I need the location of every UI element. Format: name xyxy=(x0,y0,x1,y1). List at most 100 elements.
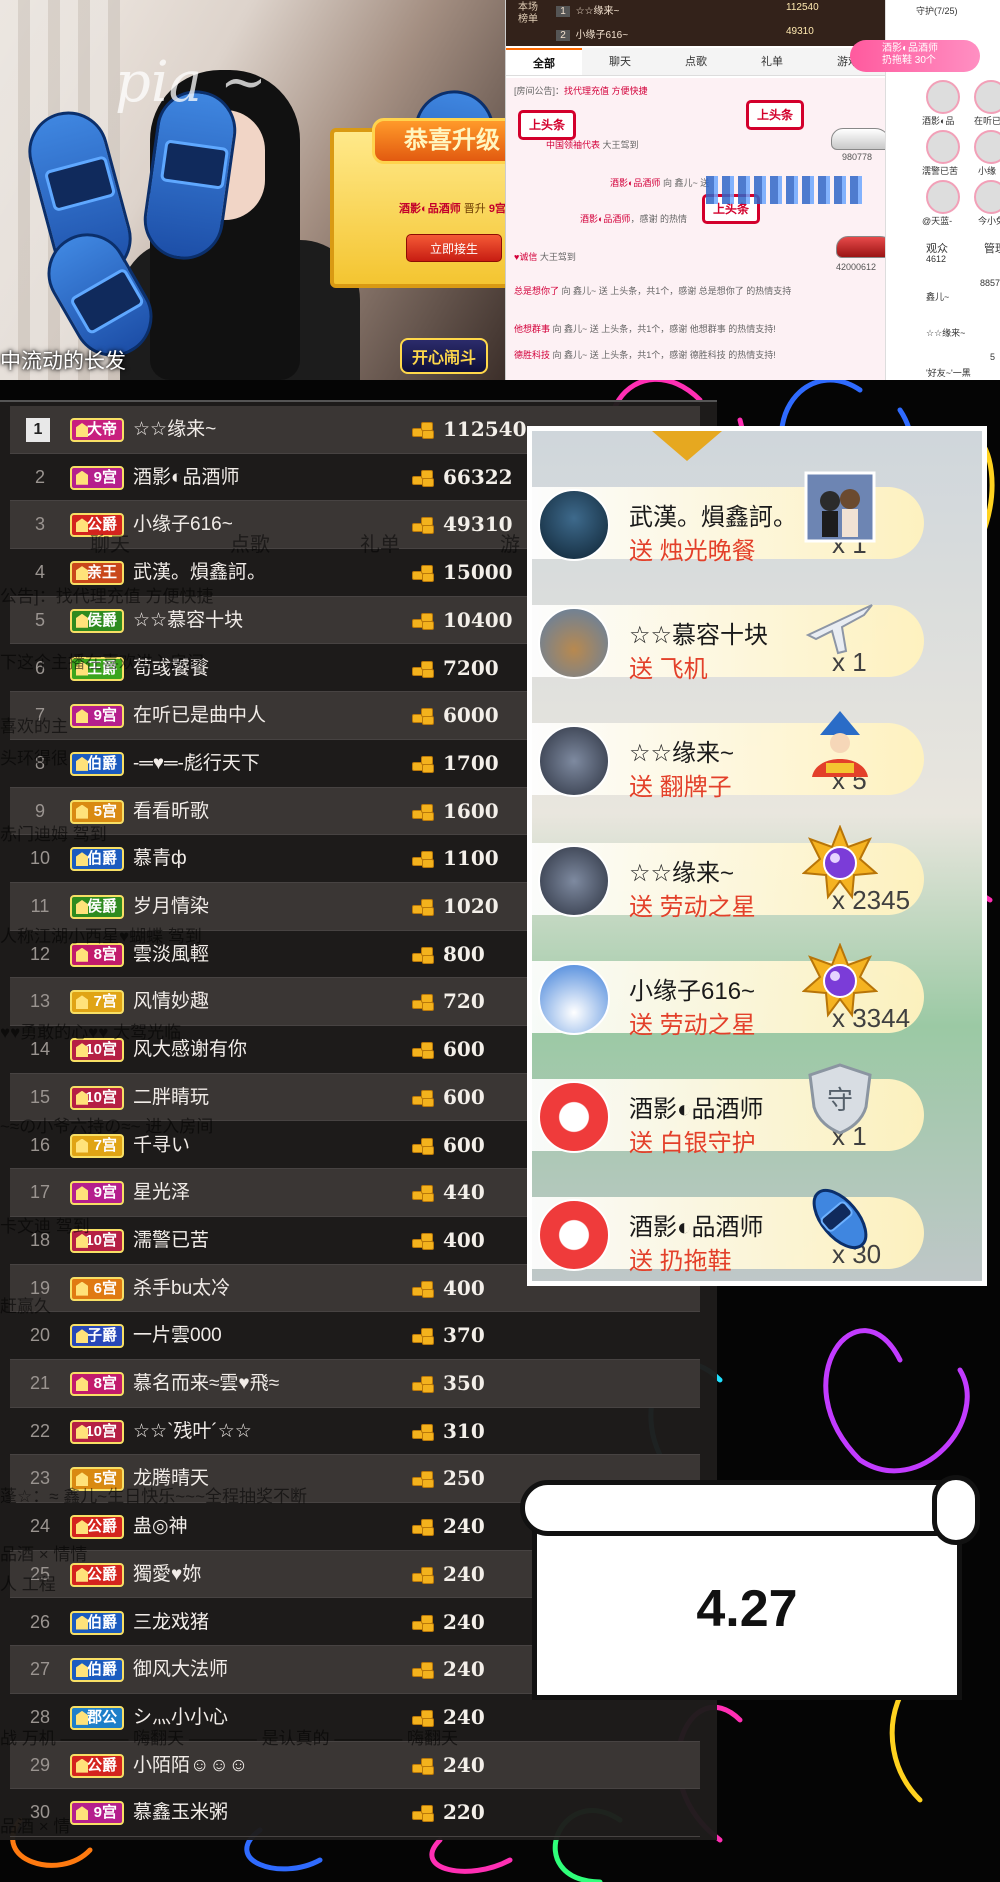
avatar-label: 酒影◐品 xyxy=(922,116,955,126)
coin-icon xyxy=(412,1469,436,1489)
gift-sender-name: ☆☆缘来~ xyxy=(629,740,735,767)
chat-tabs: 全部 聊天 点歌 礼单 游戏 xyxy=(506,48,886,76)
upgrade-title: 恭喜升级 xyxy=(372,118,505,164)
rank-user-name[interactable]: 獨愛♥妳 xyxy=(133,1551,201,1598)
viewer-points: 5 xyxy=(990,352,996,362)
upgrade-button[interactable]: 立即接生 xyxy=(406,234,502,262)
viewer-name[interactable]: ☆☆缘来~ xyxy=(926,326,965,339)
gift-notice-button[interactable]: 酒影◐品酒师 扔拖鞋 30个 xyxy=(850,40,980,72)
avatar[interactable] xyxy=(974,180,1000,214)
video-caption: 中流动的长发 xyxy=(0,350,126,373)
viewer-name[interactable]: '好友~'一黑 xyxy=(926,366,971,379)
row-divider xyxy=(10,1835,700,1837)
gift-feed-item[interactable]: 酒影◐品酒师送 白银守护 x 1守 xyxy=(532,1063,932,1157)
board-row[interactable]: 2 小缘子616~ 49310 xyxy=(556,26,814,41)
rank-badge: 伯爵 xyxy=(70,1658,124,1683)
admin-label[interactable]: 管理 xyxy=(984,240,1000,256)
tab-chat[interactable]: 聊天 xyxy=(582,48,658,75)
car-icon xyxy=(831,128,891,150)
gift-feed-item[interactable]: ☆☆慕容十块送 飞机 x 1 xyxy=(532,597,932,683)
chat-text: 大王驾到 xyxy=(539,252,576,262)
couple-photo-icon xyxy=(802,469,878,545)
gift-feed-item[interactable]: 武漢。熉鑫訶。送 烛光晚餐 x 1 xyxy=(532,471,932,565)
gift-feed-item[interactable]: ☆☆缘来~ 送 劳动之星 x 2345 xyxy=(532,824,932,921)
guard-count[interactable]: 守护(7/25) xyxy=(916,4,958,17)
gift-feed-item[interactable]: 小缘子616~ 送 劳动之星 x 3344 xyxy=(532,942,932,1039)
avatar[interactable] xyxy=(538,1081,610,1153)
rank-amount: 7200 xyxy=(443,655,499,680)
rank-amount: 250 xyxy=(443,1466,485,1491)
viewer-name[interactable]: 鑫儿~ xyxy=(926,290,949,303)
upgrade-verb: 晋升 xyxy=(463,203,486,215)
silver-shield-icon: 守 xyxy=(802,1061,878,1137)
rank-number: 21 xyxy=(29,1373,51,1393)
avatar[interactable] xyxy=(538,725,610,797)
avatar[interactable] xyxy=(538,489,610,561)
rank-user-name[interactable]: 在听已是曲中人 xyxy=(133,692,266,739)
rank-user-name[interactable]: ☆☆缘来~ xyxy=(133,406,216,453)
upgrade-popup: 恭喜升级 酒影◐品酒师 晋升 9宫 立即接生 xyxy=(330,118,505,288)
ranking-row[interactable]: 21 8宫 慕名而来≈雲♥飛≈ 350 xyxy=(10,1360,700,1408)
chat-line: 酒影◐品酒师，感谢 的热情 xyxy=(580,212,687,225)
avatar[interactable] xyxy=(538,845,610,917)
rank-user-name[interactable]: 星光泽 xyxy=(133,1169,190,1216)
gift-sender-name: ☆☆缘来~ xyxy=(629,860,735,887)
avatar[interactable] xyxy=(974,80,1000,114)
board-label-line1: 本场 xyxy=(518,2,538,13)
rank-user-name[interactable]: 濡警已苦 xyxy=(133,1217,209,1264)
ghost-text: 公告]：找代理充值 方便快捷 xyxy=(0,587,214,606)
coin-icon xyxy=(412,1136,436,1156)
coin-icon xyxy=(412,945,436,965)
rank-user-name[interactable]: 三龙戏猪 xyxy=(133,1599,209,1646)
chat-user: 中国领袖代表 xyxy=(546,140,601,150)
rank-user-name[interactable]: 一片雲000 xyxy=(133,1312,222,1359)
rank-badge: 9宫 xyxy=(70,704,124,729)
ranking-row[interactable]: 22 10宫 ☆☆`残叶´☆☆ 310 xyxy=(10,1408,700,1456)
avatar[interactable] xyxy=(974,130,1000,164)
rank-user-name[interactable]: -═♥═-彪行天下 xyxy=(133,740,260,787)
rank-user-name[interactable]: 酒影◐品酒师 xyxy=(133,454,239,501)
chat-user: ♥诚信 xyxy=(514,252,538,262)
rank-badge: 公爵 xyxy=(70,1562,124,1587)
tab-song[interactable]: 点歌 xyxy=(658,48,734,75)
ghost-tab: 点歌 xyxy=(230,534,270,556)
tab-gifts[interactable]: 礼单 xyxy=(734,48,810,75)
live-video[interactable]: pia ~ 中流动的长发 开心闹斗 恭喜升级 酒影◐品酒师 晋升 9宫 立即接生 xyxy=(0,0,505,380)
rank-user-name[interactable]: 御风大法师 xyxy=(133,1646,228,1693)
avatar[interactable] xyxy=(926,80,960,114)
pk-badge[interactable]: 开心闹斗 xyxy=(400,338,489,374)
rank-badge: 10宫 xyxy=(70,1085,124,1110)
rank-amount: 1700 xyxy=(443,750,499,775)
rank-user-name[interactable]: 杀手bu太冷 xyxy=(133,1265,230,1312)
rank-user-name[interactable]: 小缘子616~ xyxy=(133,501,233,548)
rank-amount: 800 xyxy=(443,941,485,966)
coin-icon xyxy=(412,1040,436,1060)
avatar[interactable] xyxy=(926,130,960,164)
rank-user-name[interactable]: 慕青ф xyxy=(133,835,187,882)
rank-user-name[interactable]: 慕鑫玉米粥 xyxy=(133,1789,228,1836)
rank-amount: 1020 xyxy=(443,894,499,918)
ghost-tab: 聊天 xyxy=(90,534,130,556)
rank-user-name[interactable]: 慕名而来≈雲♥飛≈ xyxy=(133,1360,279,1407)
headline-sign: 上头条 xyxy=(746,100,804,130)
avatar[interactable] xyxy=(538,607,610,679)
coin-icon xyxy=(412,1374,436,1394)
avatar[interactable] xyxy=(538,963,610,1035)
board-row[interactable]: 1 ☆☆缘来~ 112540 xyxy=(556,2,819,17)
ranking-row[interactable]: 20 子爵 一片雲000 370 xyxy=(10,1312,700,1360)
scroll-paper: 4.27 xyxy=(532,1518,962,1700)
rank-user-name[interactable]: ☆☆`残叶´☆☆ xyxy=(133,1408,252,1455)
gift-feed-item[interactable]: 酒影◐品酒师送 扔拖鞋 x 30 xyxy=(532,1189,932,1275)
coin-icon xyxy=(412,1231,436,1251)
ranking-row[interactable]: 30 9宫 慕鑫玉米粥 220 xyxy=(10,1789,700,1837)
rank-user-name[interactable]: 看看昕歌 xyxy=(133,788,209,835)
coin-icon xyxy=(412,1660,436,1680)
svg-text:守: 守 xyxy=(827,1086,853,1116)
avatar[interactable] xyxy=(538,1199,610,1271)
gift-feed-item[interactable]: ☆☆缘来~ 送 翻牌子 x 5 xyxy=(532,711,932,801)
avatar[interactable] xyxy=(926,180,960,214)
coin-icon xyxy=(412,1279,436,1299)
rank-user-name[interactable]: 蛊◎神 xyxy=(133,1503,188,1550)
ghost-text: 品酒 × 情情 xyxy=(0,1545,88,1564)
tab-all[interactable]: 全部 xyxy=(506,48,582,75)
